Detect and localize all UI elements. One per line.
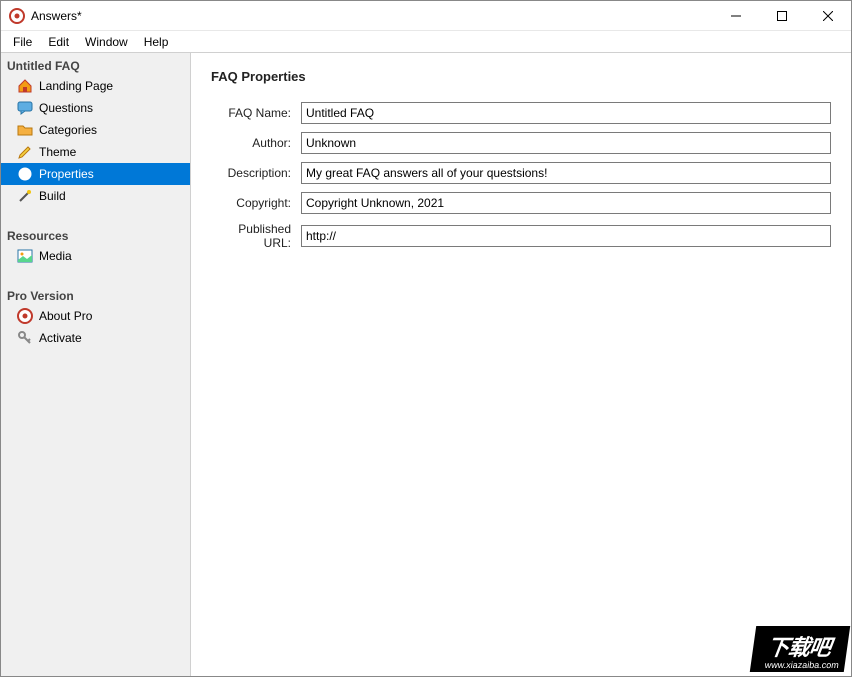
sidebar-item-label: Activate [39, 331, 82, 345]
key-icon [17, 330, 33, 346]
input-description[interactable] [301, 162, 831, 184]
minimize-button[interactable] [713, 1, 759, 31]
sidebar-item-questions[interactable]: Questions [1, 97, 190, 119]
sidebar-item-build[interactable]: Build [1, 185, 190, 207]
wand-icon [17, 188, 33, 204]
window-controls [713, 1, 851, 31]
sidebar-item-theme[interactable]: Theme [1, 141, 190, 163]
close-button[interactable] [805, 1, 851, 31]
sidebar-item-label: Landing Page [39, 79, 113, 93]
sidebar-item-properties[interactable]: Properties [1, 163, 190, 185]
watermark: 下载吧 www.xiazaiba.com [750, 626, 850, 672]
sidebar-section-resources: Resources [1, 225, 190, 245]
sidebar-item-activate[interactable]: Activate [1, 327, 190, 349]
menu-window[interactable]: Window [77, 33, 136, 51]
main-panel: FAQ Properties FAQ Name: Author: Descrip… [191, 53, 851, 676]
sidebar-item-landing-page[interactable]: Landing Page [1, 75, 190, 97]
sidebar-item-categories[interactable]: Categories [1, 119, 190, 141]
watermark-text: 下载吧 [765, 635, 832, 660]
label-copyright: Copyright: [211, 196, 301, 210]
sidebar-item-label: Theme [39, 145, 76, 159]
gear-icon [17, 166, 33, 182]
page-title: FAQ Properties [211, 69, 831, 84]
menu-help[interactable]: Help [136, 33, 177, 51]
titlebar: Answers* [1, 1, 851, 31]
content-area: Untitled FAQ Landing Page Questions Cate… [1, 53, 851, 676]
label-author: Author: [211, 136, 301, 150]
image-icon [17, 248, 33, 264]
sidebar-item-label: Questions [39, 101, 93, 115]
sidebar-section-faq: Untitled FAQ [1, 55, 190, 75]
menu-file[interactable]: File [5, 33, 40, 51]
sidebar-item-label: Build [39, 189, 66, 203]
pencil-icon [17, 144, 33, 160]
watermark-url: www.xiazaiba.com [764, 660, 839, 670]
sidebar-section-pro: Pro Version [1, 285, 190, 305]
sidebar-item-media[interactable]: Media [1, 245, 190, 267]
sidebar: Untitled FAQ Landing Page Questions Cate… [1, 53, 191, 676]
label-url: Published URL: [211, 222, 301, 250]
folder-icon [17, 122, 33, 138]
input-copyright[interactable] [301, 192, 831, 214]
window-title: Answers* [31, 9, 713, 23]
sidebar-item-label: About Pro [39, 309, 92, 323]
input-faq-name[interactable] [301, 102, 831, 124]
sidebar-item-label: Categories [39, 123, 97, 137]
input-published-url[interactable] [301, 225, 831, 247]
lifebuoy-icon [17, 308, 33, 324]
menu-edit[interactable]: Edit [40, 33, 77, 51]
sidebar-item-label: Media [39, 249, 72, 263]
house-icon [17, 78, 33, 94]
chat-icon [17, 100, 33, 116]
field-row-description: Description: [211, 162, 831, 184]
field-row-copyright: Copyright: [211, 192, 831, 214]
field-row-author: Author: [211, 132, 831, 154]
menubar: File Edit Window Help [1, 31, 851, 53]
field-row-name: FAQ Name: [211, 102, 831, 124]
app-icon [9, 8, 25, 24]
field-row-url: Published URL: [211, 222, 831, 250]
sidebar-item-label: Properties [39, 167, 94, 181]
maximize-button[interactable] [759, 1, 805, 31]
label-name: FAQ Name: [211, 106, 301, 120]
input-author[interactable] [301, 132, 831, 154]
label-description: Description: [211, 166, 301, 180]
sidebar-item-about-pro[interactable]: About Pro [1, 305, 190, 327]
